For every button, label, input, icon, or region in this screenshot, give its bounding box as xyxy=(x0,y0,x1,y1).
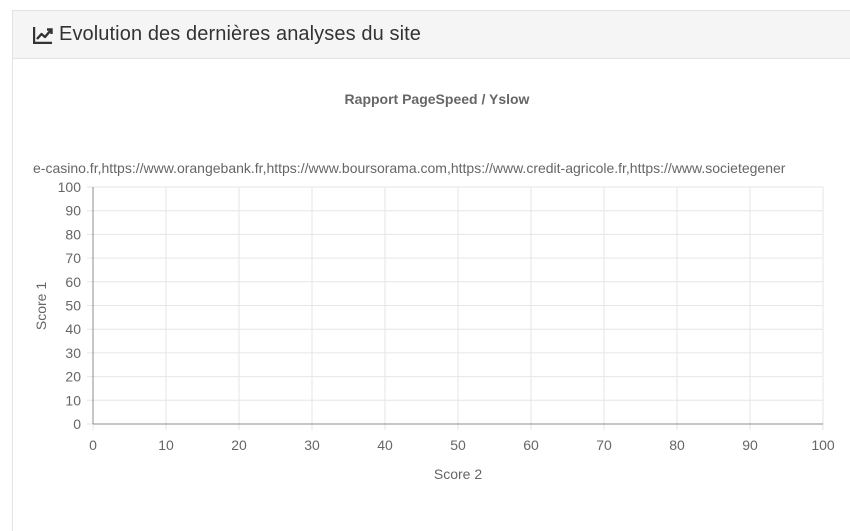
grid xyxy=(87,186,824,430)
x-tick-label: 60 xyxy=(523,437,539,453)
x-tick-label: 50 xyxy=(450,437,466,453)
y-tick-label: 50 xyxy=(65,298,81,314)
y-tick-label: 60 xyxy=(65,274,81,290)
y-tick-label: 80 xyxy=(65,226,81,242)
x-tick-label: 40 xyxy=(377,437,393,453)
x-tick-label: 90 xyxy=(742,437,758,453)
x-tick-label: 10 xyxy=(158,437,174,453)
scatter-chart: Rapport PageSpeed / Yslow e-casino.fr,ht… xyxy=(33,91,835,482)
x-tick-label: 100 xyxy=(811,437,835,453)
x-tick-label: 30 xyxy=(304,437,320,453)
y-tick-label: 0 xyxy=(73,416,81,432)
x-tick-label: 80 xyxy=(669,437,685,453)
legend-label[interactable]: e-casino.fr,https://www.orangebank.fr,ht… xyxy=(33,160,786,176)
y-tick-label: 100 xyxy=(58,179,82,195)
y-axis-label: Score 1 xyxy=(33,282,49,330)
y-tick-label: 90 xyxy=(65,203,81,219)
x-axis-label: Score 2 xyxy=(434,466,482,482)
chart-title: Rapport PageSpeed / Yslow xyxy=(345,91,530,107)
x-tick-label: 20 xyxy=(231,437,247,453)
y-tick-label: 70 xyxy=(65,250,81,266)
y-tick-label: 10 xyxy=(65,392,81,408)
x-tick-label: 0 xyxy=(89,437,97,453)
tick-labels: 0 10 20 30 40 50 60 70 80 90 100 0 10 20 30 40 50 60 70 80 9… xyxy=(58,179,835,453)
y-tick-label: 40 xyxy=(65,321,81,337)
y-tick-label: 20 xyxy=(65,369,81,385)
x-tick-label: 70 xyxy=(596,437,612,453)
y-tick-label: 30 xyxy=(65,345,81,361)
